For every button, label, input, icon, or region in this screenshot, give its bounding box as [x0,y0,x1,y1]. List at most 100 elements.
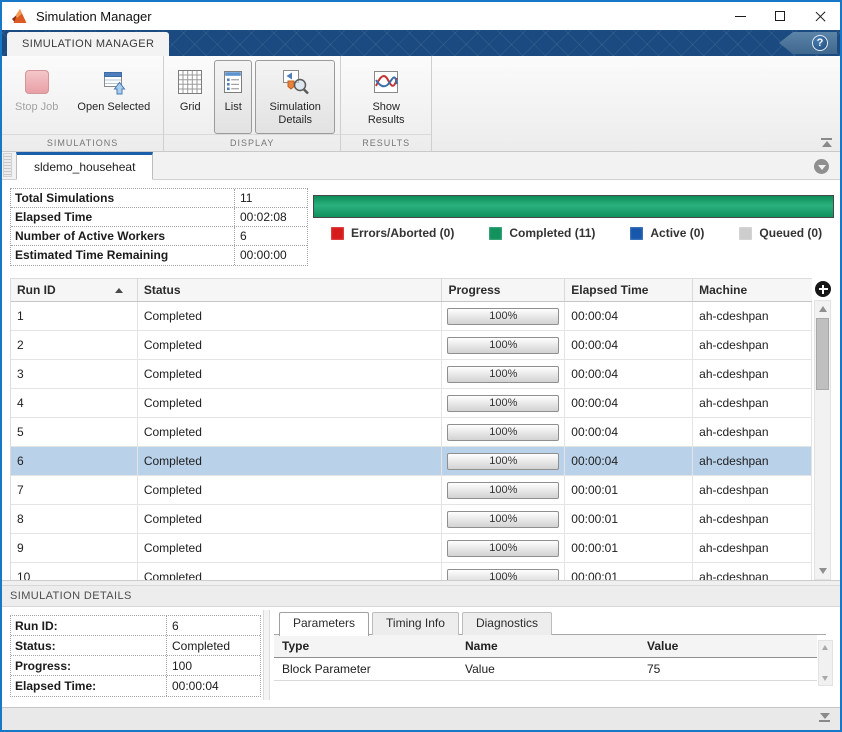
parameters-scrollbar[interactable] [818,640,833,686]
table-row[interactable]: 8Completed100%00:00:01ah-cdeshpan [11,505,812,534]
collapse-details-icon [819,720,830,722]
button-label: List [225,101,242,114]
table-row[interactable]: 10Completed100%00:00:01ah-cdeshpan [11,563,812,580]
detail-field-row: Elapsed Time:00:00:04 [11,676,260,696]
parameter-row[interactable]: Block ParameterValue75 [274,658,817,681]
status-cell: Completed [138,389,443,417]
stop-job-icon [25,66,49,98]
scrollbar-thumb[interactable] [816,318,829,390]
progress-button[interactable]: 100% [447,569,559,581]
status-cell: Completed [138,302,443,330]
minimize-button[interactable] [720,2,760,30]
progress-cell: 100% [442,418,565,446]
column-header-value[interactable]: Value [639,635,817,657]
run-id-cell: 6 [11,447,138,475]
open-selected-icon [102,66,126,98]
scrollbar-track[interactable] [814,300,831,580]
group-label-results: RESULTS [341,134,431,151]
collapse-details-icon [820,713,830,719]
scroll-up-icon[interactable] [819,306,827,312]
table-row[interactable]: 9Completed100%00:00:01ah-cdeshpan [11,534,812,563]
summary-row: Number of Active Workers6 [11,227,307,246]
progress-button[interactable]: 100% [447,511,559,528]
collapse-details-button[interactable] [819,713,830,723]
progress-button[interactable]: 100% [447,482,559,499]
vertical-scrollbar [814,278,832,580]
column-header-progress[interactable]: Progress [442,279,565,301]
scroll-down-icon[interactable] [822,676,828,681]
open-selected-button[interactable]: Open Selected [69,60,158,134]
column-header-elapsed-time[interactable]: Elapsed Time [565,279,693,301]
status-cell: Completed [138,331,443,359]
progress-button[interactable]: 100% [447,395,559,412]
table-row[interactable]: 5Completed100%00:00:04ah-cdeshpan [11,418,812,447]
tab-timing-info[interactable]: Timing Info [372,612,459,635]
column-header-type[interactable]: Type [274,635,457,657]
close-button[interactable] [800,2,840,30]
column-header-run-id[interactable]: Run ID [11,279,138,301]
column-header-name[interactable]: Name [457,635,639,657]
status-legend: Errors/Aborted (0)Completed (11)Active (… [331,226,822,240]
tab-parameters[interactable]: Parameters [279,612,369,636]
grid-button[interactable]: Grid [169,60,211,134]
progress-button[interactable]: 100% [447,308,559,325]
group-buttons: Grid List [164,56,340,134]
column-header-status[interactable]: Status [138,279,443,301]
table-row[interactable]: 4Completed100%00:00:04ah-cdeshpan [11,389,812,418]
progress-cell: 100% [442,447,565,475]
show-results-button[interactable]: Show Results [346,60,426,134]
ribbon-tab-simulation-manager[interactable]: SIMULATION MANAGER [7,32,169,56]
summary-label: Estimated Time Remaining [11,246,235,265]
progress-button[interactable]: 100% [447,540,559,557]
elapsed-time-cell: 00:00:01 [565,476,693,504]
tab-sldemo-househeat[interactable]: sldemo_househeat [16,152,153,180]
machine-cell: ah-cdeshpan [693,447,812,475]
progress-button[interactable]: 100% [447,337,559,354]
stop-job-button[interactable]: Stop Job [7,60,66,134]
progress-button[interactable]: 100% [447,424,559,441]
machine-cell: ah-cdeshpan [693,418,812,446]
maximize-button[interactable] [760,2,800,30]
collapse-ribbon-icon [821,138,832,140]
tab-diagnostics[interactable]: Diagnostics [462,612,552,635]
summary-label: Number of Active Workers [11,227,235,245]
collapse-ribbon-button[interactable] [821,137,832,147]
table-row[interactable]: 2Completed100%00:00:04ah-cdeshpan [11,331,812,360]
scroll-up-icon[interactable] [822,645,828,650]
table-row[interactable]: 3Completed100%00:00:04ah-cdeshpan [11,360,812,389]
progress-button[interactable]: 100% [447,453,559,470]
machine-cell: ah-cdeshpan [693,563,812,580]
progress-button[interactable]: 100% [447,366,559,383]
table-row[interactable]: 7Completed100%00:00:01ah-cdeshpan [11,476,812,505]
progress-cell: 100% [442,302,565,330]
legend-swatch-icon [739,227,752,240]
group-label-simulations: SIMULATIONS [2,134,163,151]
drag-grip-handle[interactable] [3,153,12,177]
tab-overflow-button[interactable] [814,159,829,174]
parameters-table: Type Name Value Block ParameterValue75 [274,635,817,681]
column-header-machine[interactable]: Machine [693,279,812,301]
group-label-display: DISPLAY [164,134,340,151]
elapsed-time-cell: 00:00:04 [565,447,693,475]
simulation-details-button[interactable]: Simulation Details [255,60,335,134]
close-icon [814,10,826,22]
machine-cell: ah-cdeshpan [693,331,812,359]
help-chevron: ? [779,32,837,54]
machine-cell: ah-cdeshpan [693,302,812,330]
elapsed-time-cell: 00:00:04 [565,331,693,359]
table-row[interactable]: 6Completed100%00:00:04ah-cdeshpan [11,447,812,476]
table-row[interactable]: 1Completed100%00:00:04ah-cdeshpan [11,302,812,331]
runs-table-header: Run ID Status Progress Elapsed Time Mach… [11,278,812,302]
add-column-button[interactable] [815,281,831,297]
scroll-down-icon[interactable] [819,568,827,574]
vertical-splitter[interactable] [263,610,270,700]
progress-cell: 100% [442,476,565,504]
summary-value: 00:00:00 [235,246,307,265]
sort-ascending-icon [115,288,123,293]
detail-field-row: Run ID:6 [11,616,260,636]
status-cell: Completed [138,563,443,580]
column-header-label: Run ID [17,283,56,297]
elapsed-time-cell: 00:00:01 [565,534,693,562]
help-button[interactable]: ? [812,35,828,51]
list-button[interactable]: List [214,60,252,134]
